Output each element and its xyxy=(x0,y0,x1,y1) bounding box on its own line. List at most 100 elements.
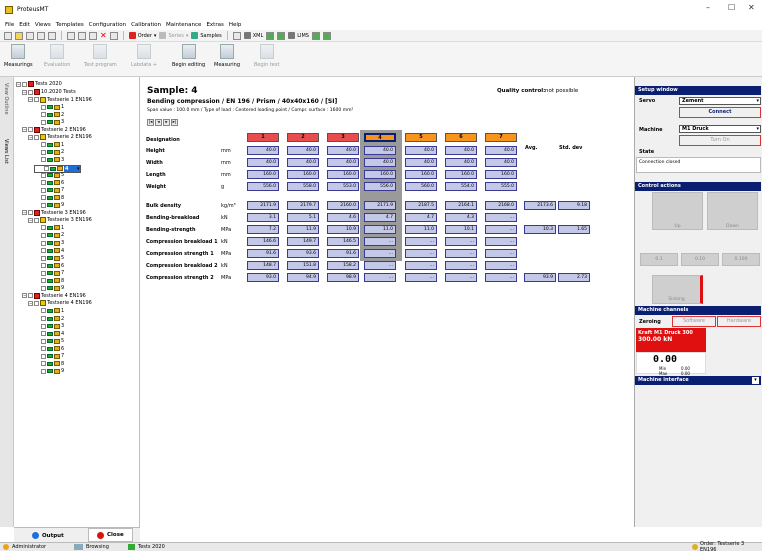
tree-node[interactable]: 1 xyxy=(34,308,64,314)
tree-node[interactable]: − Testserie 1 EN196 xyxy=(28,96,92,103)
checkbox-icon[interactable] xyxy=(41,278,46,284)
measurement-cell[interactable]: 93.0 xyxy=(247,273,279,282)
tree-node[interactable]: 7 xyxy=(34,187,64,193)
measurement-cell[interactable]: 2160.0 xyxy=(327,201,359,210)
measurement-cell[interactable]: 149.7 xyxy=(287,237,319,246)
measurement-cell[interactable]: 4.7 xyxy=(364,213,396,222)
checkbox-icon[interactable] xyxy=(41,187,46,193)
lims-export-icon[interactable] xyxy=(322,31,331,40)
measurement-cell[interactable]: ... xyxy=(364,249,396,258)
measurement-cell[interactable]: ... xyxy=(405,273,437,282)
sample-column-header[interactable]: 4 xyxy=(364,133,396,142)
checkbox-icon[interactable] xyxy=(41,353,46,359)
measurement-cell[interactable]: 2179.7 xyxy=(287,201,319,210)
checkbox-icon[interactable] xyxy=(41,240,46,246)
checkbox-icon[interactable] xyxy=(34,217,39,223)
checkbox-icon[interactable] xyxy=(41,331,46,337)
tree-node[interactable]: 8 xyxy=(34,195,64,201)
checkbox-icon[interactable] xyxy=(41,232,46,238)
maximize-button[interactable]: ☐ xyxy=(728,3,735,12)
tree-node[interactable]: 7 xyxy=(34,270,64,276)
checkbox-icon[interactable] xyxy=(41,149,46,155)
tree-node[interactable]: 6 xyxy=(34,263,64,269)
measurement-cell[interactable]: 556.0 xyxy=(364,182,396,191)
checkbox-icon[interactable] xyxy=(41,361,46,367)
menu-item[interactable]: Configuration xyxy=(89,22,126,28)
ribbon-button[interactable]: Measurings xyxy=(4,44,33,68)
checkbox-icon[interactable] xyxy=(41,338,46,344)
measurement-cell[interactable]: 553.0 xyxy=(327,182,359,191)
lims-button[interactable]: LIMS xyxy=(288,32,309,39)
checkbox-icon[interactable] xyxy=(41,270,46,276)
checkbox-icon[interactable] xyxy=(41,368,46,374)
tree-node[interactable]: − Testserie 2 EN196 xyxy=(28,134,92,141)
measurement-cell[interactable]: ... xyxy=(485,213,517,222)
measurement-cell[interactable]: 2164.1 xyxy=(445,201,477,210)
checkbox-icon[interactable] xyxy=(41,195,46,201)
measurement-cell[interactable]: 146.6 xyxy=(247,237,279,246)
measurement-cell[interactable]: 40.0 xyxy=(287,158,319,167)
xml-export-icon[interactable] xyxy=(277,31,286,40)
measurement-cell[interactable]: 11.0 xyxy=(364,225,396,234)
collapse-icon[interactable]: − xyxy=(22,293,27,299)
measurement-cell[interactable]: ... xyxy=(405,249,437,258)
checkbox-icon[interactable] xyxy=(22,81,27,87)
hardware-button[interactable]: Hardware xyxy=(717,316,761,327)
xml-button[interactable]: XML xyxy=(243,32,263,39)
measurement-cell[interactable]: 560.0 xyxy=(405,182,437,191)
collapse-icon[interactable]: − xyxy=(28,217,33,223)
next-sample-button[interactable]: ▸ xyxy=(163,119,170,126)
tree-node[interactable]: − Testserie 3 EN196 xyxy=(28,217,92,224)
tree-node[interactable]: − Testserie 2 EN196 xyxy=(22,126,86,133)
last-sample-button[interactable]: ▸| xyxy=(171,119,178,126)
tab-close[interactable]: Close xyxy=(88,528,133,542)
measurement-cell[interactable]: ... xyxy=(485,273,517,282)
print-preview-icon[interactable] xyxy=(48,31,56,40)
tree-node[interactable]: 2 xyxy=(34,316,64,322)
ribbon-button[interactable]: Labdata + xyxy=(131,44,157,68)
collapse-icon[interactable]: − xyxy=(28,134,33,140)
tree-node[interactable]: 3 xyxy=(34,119,64,125)
checkbox-icon[interactable] xyxy=(34,300,39,306)
checkbox-icon[interactable] xyxy=(41,308,46,314)
tree-node[interactable]: 5 xyxy=(34,172,64,178)
tree-node[interactable]: 9 xyxy=(34,285,64,291)
ribbon-button[interactable]: Begin test xyxy=(254,44,279,68)
measurement-cell[interactable]: 556.0 xyxy=(247,182,279,191)
measurement-cell[interactable]: 151.8 xyxy=(287,261,319,270)
measurement-cell[interactable]: 160.0 xyxy=(247,170,279,179)
new-icon[interactable] xyxy=(4,31,12,40)
measurement-cell[interactable]: 558.0 xyxy=(287,182,319,191)
measurement-cell[interactable]: ... xyxy=(445,261,477,270)
measurement-cell[interactable]: 40.0 xyxy=(287,146,319,155)
measurement-cell[interactable]: 93.6 xyxy=(287,249,319,258)
tree-node[interactable]: 9 xyxy=(34,202,64,208)
measurement-cell[interactable]: 10.1 xyxy=(445,225,477,234)
menu-item[interactable]: Maintenance xyxy=(166,22,201,28)
measurement-cell[interactable]: 160.0 xyxy=(364,170,396,179)
measurement-cell[interactable]: ... xyxy=(445,249,477,258)
cut-icon[interactable] xyxy=(67,31,75,40)
ribbon-button[interactable]: Test program xyxy=(84,44,117,68)
minimize-button[interactable]: – xyxy=(706,3,710,12)
checkbox-icon[interactable] xyxy=(41,202,46,208)
software-button[interactable]: Software xyxy=(672,316,716,327)
measurement-cell[interactable]: 4.7 xyxy=(405,213,437,222)
measurement-cell[interactable]: 94.9 xyxy=(287,273,319,282)
up-button[interactable]: Up xyxy=(652,192,703,230)
measurement-cell[interactable]: ... xyxy=(405,237,437,246)
checkbox-icon[interactable] xyxy=(28,127,33,133)
measurement-cell[interactable]: ... xyxy=(485,261,517,270)
ribbon-button[interactable]: Measuring xyxy=(214,44,240,68)
search-icon[interactable] xyxy=(109,31,118,40)
measurement-cell[interactable]: ... xyxy=(405,261,437,270)
checkbox-icon[interactable] xyxy=(41,285,46,291)
collapse-icon[interactable]: − xyxy=(22,210,27,216)
measurement-cell[interactable]: 91.6 xyxy=(327,249,359,258)
measurement-cell[interactable]: 2171.9 xyxy=(247,201,279,210)
machine-select[interactable]: M1 Druck xyxy=(679,125,761,133)
tree-node[interactable]: 2 xyxy=(34,149,64,155)
measurement-cell[interactable]: ... xyxy=(485,225,517,234)
checkbox-icon[interactable] xyxy=(28,293,33,299)
tree-node[interactable]: 4 xyxy=(34,248,64,254)
